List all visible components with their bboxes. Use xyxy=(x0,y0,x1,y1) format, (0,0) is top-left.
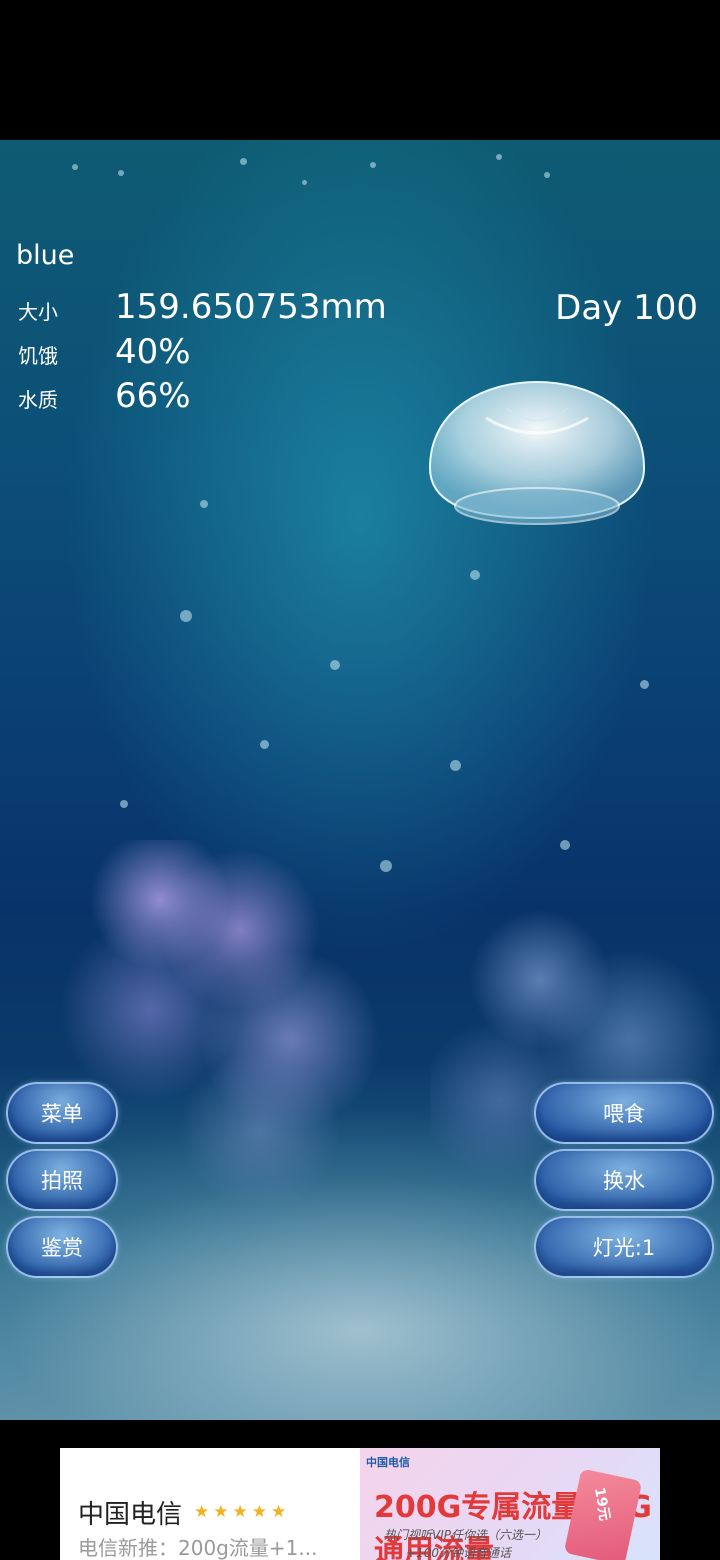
status-bar-area xyxy=(0,0,720,140)
bubble xyxy=(496,154,502,160)
size-value: 159.650753mm xyxy=(115,287,387,327)
bubble xyxy=(450,760,461,771)
bubble xyxy=(200,500,208,508)
bubble xyxy=(544,172,550,178)
ad-logo: 中国电信 xyxy=(366,1456,410,1469)
bubble xyxy=(370,162,376,168)
bubble xyxy=(560,840,570,850)
bubble xyxy=(302,180,307,185)
appreciate-button[interactable]: 鉴赏 xyxy=(6,1216,118,1278)
jellyfish-name: blue xyxy=(16,240,75,271)
bubble xyxy=(640,680,649,689)
ad-subtitle: 电信新推：200g流量+1... xyxy=(78,1536,318,1560)
bubble xyxy=(330,660,340,670)
water-quality-value: 66% xyxy=(115,376,191,416)
bubble xyxy=(180,610,192,622)
ad-image[interactable]: 中国电信 200G专属流量+5G通用流量 热门视听VIP任你选（六选一） +10… xyxy=(360,1448,660,1560)
hunger-value: 40% xyxy=(115,332,191,372)
menu-button[interactable]: 菜单 xyxy=(6,1082,118,1144)
day-counter: Day 100 xyxy=(555,288,698,328)
water-quality-label: 水质 xyxy=(18,388,58,412)
change-water-button[interactable]: 换水 xyxy=(534,1149,714,1211)
ad-banner[interactable]: 中国电信 ★★★★★ 电信新推：200g流量+1... 中国电信 200G专属流… xyxy=(60,1448,660,1560)
coral-left xyxy=(40,840,400,1200)
bubble xyxy=(120,800,128,808)
jellyfish[interactable] xyxy=(426,378,648,538)
bubble xyxy=(470,570,480,580)
size-label: 大小 xyxy=(18,300,58,324)
bubble xyxy=(380,860,392,872)
ad-rating-stars: ★★★★★ xyxy=(194,1502,291,1522)
bubble xyxy=(72,164,78,170)
bubble xyxy=(240,158,247,165)
ad-line-1: 热门视听VIP任你选（六选一） xyxy=(384,1528,547,1542)
ad-line-2: +100分钟语音通话 xyxy=(406,1546,511,1560)
hunger-label: 饥饿 xyxy=(18,344,58,368)
light-button[interactable]: 灯光:1 xyxy=(534,1216,714,1278)
ad-brand: 中国电信 xyxy=(78,1500,183,1530)
photo-button[interactable]: 拍照 xyxy=(6,1149,118,1211)
bubble xyxy=(118,170,124,176)
bubble xyxy=(260,740,269,749)
feed-button[interactable]: 喂食 xyxy=(534,1082,714,1144)
